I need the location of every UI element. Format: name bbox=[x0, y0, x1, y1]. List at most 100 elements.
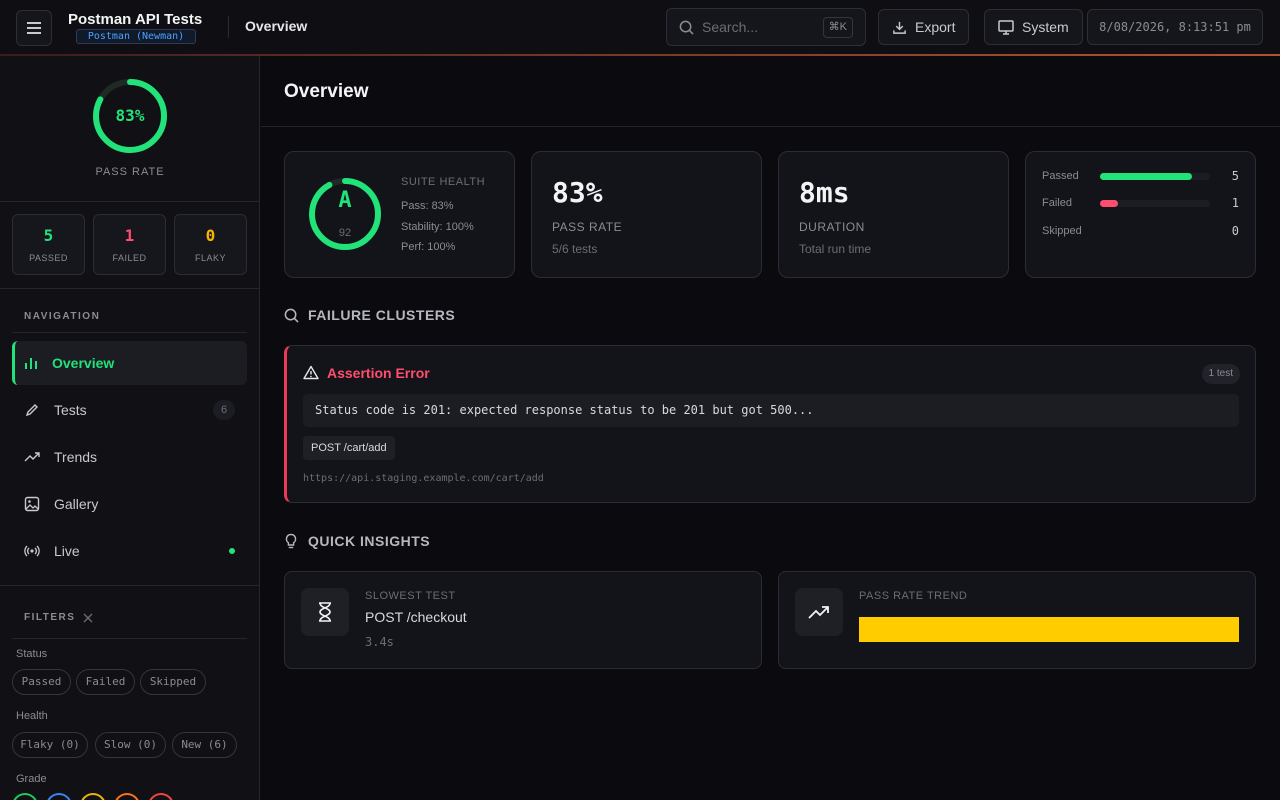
breakdown-skipped-label: Skipped bbox=[1042, 225, 1082, 237]
nav-item-label: Live bbox=[54, 543, 80, 559]
grade-filter-a[interactable] bbox=[12, 793, 38, 800]
breakdown-failed-label: Failed bbox=[1042, 197, 1072, 209]
stat-failed-value: 1 bbox=[124, 226, 135, 245]
test-count-badge: 1 test bbox=[1201, 364, 1240, 384]
export-button[interactable]: Export bbox=[878, 9, 970, 45]
nav-item-live[interactable]: Live bbox=[12, 529, 247, 573]
search-icon bbox=[284, 308, 299, 323]
grade-filter-c[interactable] bbox=[80, 793, 106, 800]
pass-rate-ring: 83% bbox=[90, 76, 170, 156]
duration-value: 8ms bbox=[799, 176, 850, 209]
download-icon bbox=[893, 21, 906, 34]
search-placeholder: Search... bbox=[702, 19, 759, 35]
failure-cluster-card[interactable]: Assertion Error 1 test Status code is 20… bbox=[284, 345, 1256, 503]
endpoint-tag[interactable]: POST /cart/add bbox=[303, 436, 395, 460]
main-content: Overview A 92 SUITE HEALTH Pass: 83% Sta… bbox=[261, 56, 1280, 800]
search-shortcut: ⌘K bbox=[822, 17, 853, 38]
page-title: Overview bbox=[284, 81, 369, 102]
health-label: SUITE HEALTH bbox=[401, 176, 486, 188]
export-label: Export bbox=[915, 19, 956, 35]
pass-rate-card-value: 83% bbox=[552, 176, 603, 209]
filter-grade-label: Grade bbox=[16, 773, 47, 785]
duration-sub: Total run time bbox=[799, 242, 872, 256]
stat-failed-label: FAILED bbox=[112, 253, 147, 263]
broadcast-icon bbox=[24, 545, 40, 557]
slowest-test-card[interactable]: SLOWEST TEST POST /checkout 3.4s bbox=[284, 571, 762, 669]
nav-item-overview[interactable]: Overview bbox=[12, 341, 247, 385]
trending-up-icon bbox=[24, 452, 40, 462]
hourglass-icon bbox=[301, 588, 349, 636]
pass-rate-label: PASS RATE bbox=[95, 166, 165, 178]
filter-chip-slow[interactable]: Slow (0) bbox=[95, 732, 166, 758]
health-perf: Perf: 100% bbox=[401, 241, 456, 253]
divider bbox=[261, 126, 1280, 127]
health-score: 92 bbox=[338, 227, 352, 239]
nav-item-gallery[interactable]: Gallery bbox=[12, 482, 247, 526]
pencil-icon bbox=[25, 404, 38, 417]
app-title: Postman API Tests bbox=[68, 11, 203, 28]
breakdown-passed-label: Passed bbox=[1042, 170, 1079, 182]
search-input[interactable]: Search... ⌘K bbox=[666, 8, 866, 46]
run-datetime: 8/08/2026, 8:13:51 pm bbox=[1087, 9, 1263, 45]
hamburger-icon bbox=[27, 22, 41, 34]
pass-rate-card-label: PASS RATE bbox=[552, 220, 623, 234]
filter-chip-skipped[interactable]: Skipped bbox=[140, 669, 206, 695]
nav-item-label: Gallery bbox=[54, 496, 99, 512]
pass-rate-value: 83% bbox=[115, 106, 145, 125]
nav-item-label: Trends bbox=[54, 449, 98, 465]
breakdown-failed-count: 1 bbox=[1231, 196, 1239, 210]
suite-health-card: A 92 SUITE HEALTH Pass: 83% Stability: 1… bbox=[284, 151, 515, 278]
bar-chart-icon bbox=[25, 358, 37, 369]
filters-label: FILTERS bbox=[24, 612, 76, 623]
grade-filter-f[interactable] bbox=[148, 793, 174, 800]
filter-chip-failed[interactable]: Failed bbox=[76, 669, 135, 695]
quick-insights-heading: QUICK INSIGHTS bbox=[308, 533, 431, 549]
breakdown-passed-track bbox=[1100, 173, 1210, 180]
slowest-test-time: 3.4s bbox=[365, 635, 394, 649]
warning-icon bbox=[303, 365, 319, 380]
grade-filter-d[interactable] bbox=[114, 793, 140, 800]
pass-rate-trend-card[interactable]: PASS RATE TREND bbox=[778, 571, 1256, 669]
breakdown-skipped-count: 0 bbox=[1231, 224, 1239, 238]
divider bbox=[0, 201, 259, 202]
stat-flaky-label: FLAKY bbox=[194, 253, 226, 263]
stat-passed-value: 5 bbox=[43, 226, 54, 245]
divider bbox=[12, 638, 247, 639]
failure-clusters-heading: FAILURE CLUSTERS bbox=[308, 307, 456, 323]
health-grade: A bbox=[338, 188, 352, 213]
filter-health-label: Health bbox=[16, 710, 48, 722]
filter-chip-new[interactable]: New (6) bbox=[172, 732, 237, 758]
health-pass: Pass: 83% bbox=[401, 200, 454, 212]
pass-rate-card: 83% PASS RATE 5/6 tests bbox=[531, 151, 762, 278]
clear-filters-icon[interactable] bbox=[83, 613, 93, 623]
image-icon bbox=[24, 496, 40, 512]
slowest-test-name: POST /checkout bbox=[365, 609, 467, 625]
runner-badge: Postman (Newman) bbox=[76, 29, 196, 44]
nav-item-tests[interactable]: Tests 6 bbox=[12, 388, 247, 432]
stat-flaky[interactable]: 0 FLAKY bbox=[174, 214, 247, 275]
stat-passed[interactable]: 5 PASSED bbox=[12, 214, 85, 275]
error-message: Status code is 201: expected response st… bbox=[303, 394, 1239, 427]
divider bbox=[0, 585, 259, 586]
grade-filter-b[interactable] bbox=[46, 793, 72, 800]
navigation-label: NAVIGATION bbox=[24, 311, 101, 322]
endpoint-url[interactable]: https://api.staging.example.com/cart/add bbox=[303, 473, 544, 484]
filter-chip-passed[interactable]: Passed bbox=[12, 669, 71, 695]
sidebar: 83% PASS RATE 5 PASSED 1 FAILED 0 FLAKY … bbox=[0, 56, 260, 800]
breakdown-failed-track bbox=[1100, 200, 1210, 207]
breakdown-failed-bar bbox=[1100, 200, 1119, 207]
stat-failed[interactable]: 1 FAILED bbox=[93, 214, 166, 275]
filter-chip-flaky[interactable]: Flaky (0) bbox=[12, 732, 88, 758]
live-indicator bbox=[229, 548, 235, 554]
theme-button[interactable]: System bbox=[984, 9, 1083, 45]
breakdown-passed-bar bbox=[1100, 173, 1192, 180]
error-type: Assertion Error bbox=[327, 365, 430, 381]
monitor-icon bbox=[998, 19, 1014, 35]
lightbulb-icon bbox=[285, 533, 297, 549]
nav-item-trends[interactable]: Trends bbox=[12, 435, 247, 479]
stat-flaky-value: 0 bbox=[205, 226, 216, 245]
breakdown-card: Passed 5 Failed 1 Skipped 0 bbox=[1025, 151, 1256, 278]
top-header: Postman API Tests Postman (Newman) Overv… bbox=[0, 0, 1280, 55]
tests-count-badge: 6 bbox=[213, 400, 235, 420]
menu-button[interactable] bbox=[16, 10, 52, 46]
